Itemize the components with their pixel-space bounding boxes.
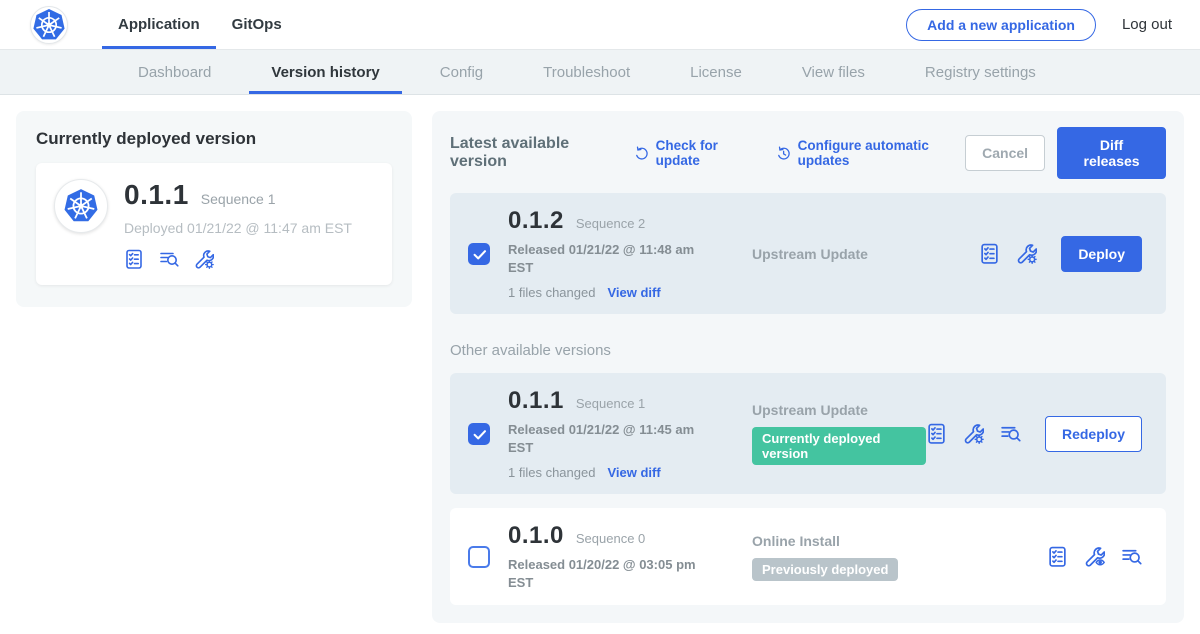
source-label: Upstream Update bbox=[752, 402, 926, 418]
deployed-version-info: 0.1.1 Sequence 1 Deployed 01/21/22 @ 11:… bbox=[124, 179, 352, 269]
topbar-right: Add a new application Log out bbox=[906, 0, 1200, 49]
subnav-troubleshoot[interactable]: Troubleshoot bbox=[513, 50, 660, 94]
edit-config-icon[interactable] bbox=[963, 423, 984, 444]
checkmark-icon bbox=[471, 426, 487, 442]
version-details: 0.1.0 Sequence 0 Released 01/20/22 @ 03:… bbox=[508, 522, 720, 591]
version-source: Upstream Update Currently deployed versi… bbox=[720, 402, 926, 465]
top-navigation-bar: Application GitOps Add a new application… bbox=[0, 0, 1200, 50]
version-sequence: Sequence 2 bbox=[576, 216, 645, 231]
subnav-dashboard-label: Dashboard bbox=[138, 64, 211, 81]
version-number: 0.1.0 bbox=[508, 522, 564, 550]
edit-config-icon[interactable] bbox=[194, 249, 214, 269]
version-checkbox[interactable] bbox=[468, 423, 490, 445]
deploy-button[interactable]: Deploy bbox=[1061, 236, 1142, 272]
main-content: Currently deployed version 0.1.1 Sequenc… bbox=[0, 95, 1200, 634]
version-sequence: Sequence 1 bbox=[576, 396, 645, 411]
checkmark-icon bbox=[471, 246, 487, 262]
source-label: Upstream Update bbox=[752, 246, 979, 262]
configure-automatic-updates-link[interactable]: Configure automatic updates bbox=[776, 138, 965, 168]
latest-available-title: Latest available version bbox=[450, 135, 612, 171]
currently-deployed-title: Currently deployed version bbox=[36, 129, 392, 149]
refresh-icon bbox=[634, 145, 649, 162]
version-actions bbox=[1047, 546, 1142, 567]
version-details: 0.1.1 Sequence 1 Released 01/21/22 @ 11:… bbox=[508, 387, 720, 480]
version-checkbox[interactable] bbox=[468, 546, 490, 568]
check-for-update-link[interactable]: Check for update bbox=[634, 138, 754, 168]
release-notes-icon[interactable] bbox=[1047, 546, 1068, 567]
view-files-icon[interactable] bbox=[1000, 423, 1021, 444]
released-timestamp: Released 01/21/22 @ 11:48 am EST bbox=[508, 241, 720, 276]
check-for-update-label: Check for update bbox=[656, 138, 755, 168]
version-number: 0.1.2 bbox=[508, 207, 564, 235]
version-sequence: Sequence 0 bbox=[576, 531, 645, 546]
subnav-license-label: License bbox=[690, 64, 742, 81]
version-details: 0.1.2 Sequence 2 Released 01/21/22 @ 11:… bbox=[508, 207, 720, 300]
subnav-registry-settings-label: Registry settings bbox=[925, 64, 1036, 81]
kubernetes-logo bbox=[30, 6, 68, 44]
deployed-version-number: 0.1.1 bbox=[124, 179, 189, 211]
panel-header: Latest available version Check for updat… bbox=[450, 127, 1166, 179]
previously-deployed-badge: Previously deployed bbox=[752, 558, 898, 581]
other-available-versions-title: Other available versions bbox=[450, 342, 1166, 359]
tab-gitops[interactable]: GitOps bbox=[216, 0, 298, 49]
deployed-timestamp: Deployed 01/21/22 @ 11:47 am EST bbox=[124, 220, 352, 236]
version-number: 0.1.1 bbox=[508, 387, 564, 415]
add-new-application-button[interactable]: Add a new application bbox=[906, 9, 1096, 41]
app-icon bbox=[54, 179, 108, 233]
subnav-config[interactable]: Config bbox=[410, 50, 513, 94]
version-row-0-1-2: 0.1.2 Sequence 2 Released 01/21/22 @ 11:… bbox=[450, 193, 1166, 314]
version-actions: Redeploy bbox=[926, 416, 1142, 452]
released-timestamp: Released 01/21/22 @ 11:45 am EST bbox=[508, 421, 720, 456]
deployed-version-box: 0.1.1 Sequence 1 Deployed 01/21/22 @ 11:… bbox=[36, 163, 392, 285]
release-notes-icon[interactable] bbox=[979, 243, 1000, 264]
redeploy-button[interactable]: Redeploy bbox=[1045, 416, 1142, 452]
version-source: Upstream Update bbox=[720, 246, 979, 262]
files-changed-label: 1 files changed bbox=[508, 465, 595, 480]
subnav-view-files-label: View files bbox=[802, 64, 865, 81]
subnav-version-history[interactable]: Version history bbox=[241, 50, 409, 94]
view-files-icon[interactable] bbox=[159, 249, 179, 269]
currently-deployed-badge: Currently deployed version bbox=[752, 427, 926, 465]
version-source: Online Install Previously deployed bbox=[720, 533, 1047, 581]
released-timestamp: Released 01/20/22 @ 03:05 pm EST bbox=[508, 556, 720, 591]
subnav-view-files[interactable]: View files bbox=[772, 50, 895, 94]
auto-update-icon bbox=[776, 145, 791, 162]
tab-application-label: Application bbox=[118, 16, 200, 33]
subnav-config-label: Config bbox=[440, 64, 483, 81]
version-row-0-1-0: 0.1.0 Sequence 0 Released 01/20/22 @ 03:… bbox=[450, 508, 1166, 605]
cancel-button[interactable]: Cancel bbox=[965, 135, 1045, 171]
diff-releases-button[interactable]: Diff releases bbox=[1057, 127, 1166, 179]
edit-config-icon[interactable] bbox=[1016, 243, 1037, 264]
deployed-action-icons bbox=[124, 249, 352, 269]
files-changed-label: 1 files changed bbox=[508, 285, 595, 300]
currently-deployed-card: Currently deployed version 0.1.1 Sequenc… bbox=[16, 111, 412, 307]
version-checkbox[interactable] bbox=[468, 243, 490, 265]
subnav-license[interactable]: License bbox=[660, 50, 772, 94]
configure-automatic-updates-label: Configure automatic updates bbox=[798, 138, 966, 168]
view-diff-link[interactable]: View diff bbox=[607, 285, 660, 300]
release-notes-icon[interactable] bbox=[124, 249, 144, 269]
version-actions: Deploy bbox=[979, 236, 1142, 272]
release-notes-icon[interactable] bbox=[926, 423, 947, 444]
version-row-0-1-1: 0.1.1 Sequence 1 Released 01/21/22 @ 11:… bbox=[450, 373, 1166, 494]
top-tabs: Application GitOps bbox=[102, 0, 298, 49]
subnav-dashboard[interactable]: Dashboard bbox=[108, 50, 241, 94]
subnav-troubleshoot-label: Troubleshoot bbox=[543, 64, 630, 81]
view-files-icon[interactable] bbox=[1121, 546, 1142, 567]
deployed-sequence: Sequence 1 bbox=[201, 191, 276, 207]
subnav-version-history-label: Version history bbox=[271, 64, 379, 81]
view-diff-link[interactable]: View diff bbox=[607, 465, 660, 480]
logout-button[interactable]: Log out bbox=[1122, 16, 1172, 33]
subnav-registry-settings[interactable]: Registry settings bbox=[895, 50, 1066, 94]
view-config-icon[interactable] bbox=[1084, 546, 1105, 567]
available-versions-panel: Latest available version Check for updat… bbox=[432, 111, 1184, 623]
tab-application[interactable]: Application bbox=[102, 0, 216, 49]
tab-gitops-label: GitOps bbox=[232, 16, 282, 33]
source-label: Online Install bbox=[752, 533, 1047, 549]
app-subnav: Dashboard Version history Config Trouble… bbox=[0, 50, 1200, 95]
